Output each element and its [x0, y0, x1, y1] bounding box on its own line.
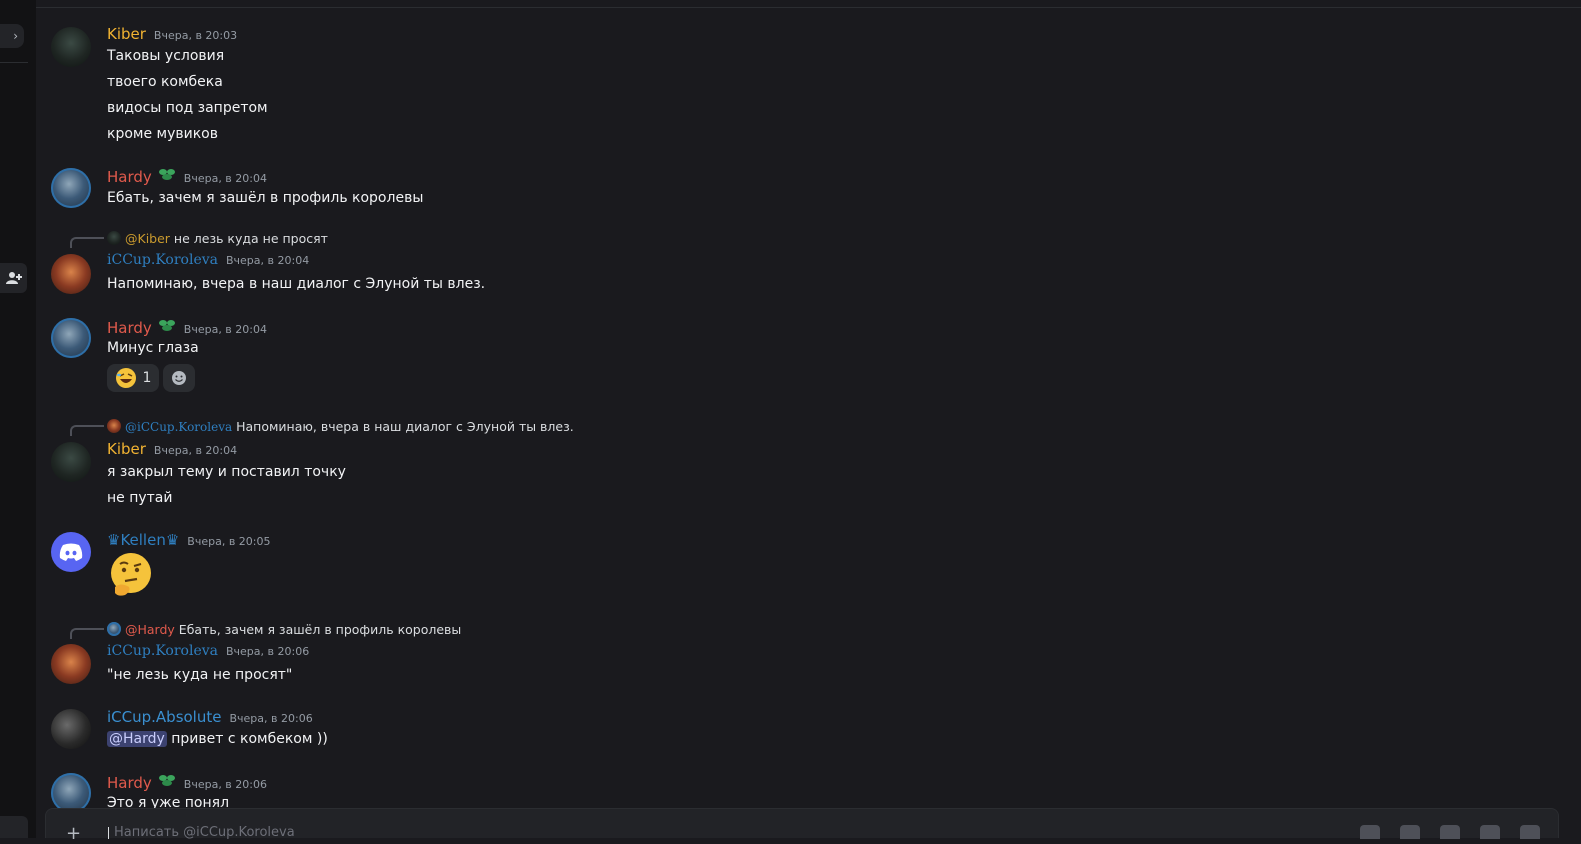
- header-divider: [36, 7, 1581, 8]
- plus-circle-icon[interactable]: +: [66, 823, 81, 844]
- rail-divider: [0, 62, 28, 63]
- author-name[interactable]: ♛Kellen♛: [107, 531, 179, 549]
- message-text: Ебать, зачем я зашёл в профиль королевы: [107, 190, 424, 206]
- leaf-badge-icon: [158, 169, 175, 180]
- message-text: Минус глаза: [107, 340, 199, 356]
- message-text: не путай: [107, 490, 173, 506]
- reply-avatar: [107, 231, 121, 245]
- reply-spine: [70, 628, 104, 639]
- author-name[interactable]: iCCup.Absolute: [107, 708, 221, 726]
- text-caret: [108, 827, 109, 839]
- timestamp: Вчера, в 20:04: [183, 323, 267, 336]
- leaf-badge-icon: [158, 775, 175, 786]
- gif-icon[interactable]: [1400, 825, 1420, 839]
- author-name[interactable]: Hardy: [107, 774, 152, 792]
- reply-avatar: [107, 622, 121, 636]
- message-text: твоего комбека: [107, 74, 223, 90]
- author-name[interactable]: iCCup.Koroleva: [107, 643, 218, 659]
- reply-spine: [70, 237, 104, 248]
- author-name[interactable]: Kiber: [107, 25, 146, 43]
- leaf-badge-icon: [158, 320, 175, 331]
- reply-avatar: [107, 419, 121, 433]
- sticker-icon[interactable]: [1440, 825, 1460, 839]
- author-name[interactable]: Kiber: [107, 440, 146, 458]
- add-reaction-icon[interactable]: [163, 364, 195, 392]
- timestamp: Вчера, в 20:05: [187, 535, 271, 548]
- composer-toolbar: [1360, 825, 1540, 839]
- reply-text: не лезь куда не просят: [173, 231, 328, 246]
- reaction-pill[interactable]: 1: [107, 364, 159, 392]
- avatar[interactable]: [51, 27, 91, 67]
- chat-area: Kiber Вчера, в 20:03 Таковы условия твое…: [36, 0, 1581, 838]
- message-text-body: привет с комбеком )): [171, 731, 328, 747]
- reply-text: Напоминаю, вчера в наш диалог с Элуной т…: [236, 419, 574, 434]
- reply-preview[interactable]: @Hardy Ебать, зачем я зашёл в профиль ко…: [107, 621, 461, 639]
- timestamp: Вчера, в 20:04: [153, 444, 238, 457]
- reply-spine: [70, 425, 104, 436]
- timestamp: Вчера, в 20:04: [225, 254, 310, 267]
- reply-text: Ебать, зачем я зашёл в профиль королевы: [178, 622, 462, 637]
- timestamp: Вчера, в 20:06: [225, 645, 310, 658]
- avatar[interactable]: [51, 168, 91, 208]
- avatar[interactable]: [51, 442, 91, 482]
- timestamp: Вчера, в 20:03: [153, 29, 238, 42]
- author-name[interactable]: iCCup.Koroleva: [107, 252, 218, 268]
- discord-logo-icon: [59, 543, 83, 561]
- reply-mention[interactable]: @Hardy: [125, 622, 175, 637]
- reply-preview[interactable]: @iCCup.Koroleva Напоминаю, вчера в наш д…: [107, 418, 574, 436]
- author-name[interactable]: Hardy: [107, 319, 152, 337]
- message-text: "не лезь куда не просят": [107, 667, 293, 683]
- add-friend-icon[interactable]: [0, 263, 27, 293]
- reply-preview[interactable]: @Kiber не лезь куда не просят: [107, 230, 328, 248]
- avatar[interactable]: [51, 318, 91, 358]
- avatar[interactable]: [51, 773, 91, 813]
- avatar[interactable]: [51, 644, 91, 684]
- reply-mention[interactable]: @iCCup.Koroleva: [125, 420, 232, 434]
- chevron-right-icon[interactable]: ›: [0, 24, 24, 48]
- avatar[interactable]: [51, 709, 91, 749]
- reaction-count: 1: [142, 370, 152, 386]
- timestamp: Вчера, в 20:06: [183, 778, 267, 791]
- reply-mention[interactable]: @Kiber: [125, 231, 170, 246]
- message-text: я закрыл тему и поставил точку: [107, 464, 346, 480]
- server-rail: ›: [0, 0, 36, 838]
- thinking-face-emoji: [111, 553, 151, 596]
- user-panel-stub[interactable]: [0, 816, 28, 838]
- user-mention[interactable]: @Hardy: [107, 731, 167, 747]
- timestamp: Вчера, в 20:04: [183, 172, 267, 185]
- avatar[interactable]: [51, 254, 91, 294]
- rolling-laughing-emoji: [115, 368, 136, 388]
- message-text: @Hardy привет с комбеком )): [107, 728, 328, 750]
- message-composer[interactable]: + Написать @iCCup.Koroleva: [45, 808, 1559, 844]
- apps-icon[interactable]: [1520, 825, 1540, 839]
- message-text: кроме мувиков: [107, 126, 219, 142]
- gift-icon[interactable]: [1360, 825, 1380, 839]
- message-text: Напоминаю, вчера в наш диалог с Элуной т…: [107, 276, 486, 292]
- message-text: видосы под запретом: [107, 100, 268, 116]
- author-name[interactable]: Hardy: [107, 168, 152, 186]
- timestamp: Вчера, в 20:06: [229, 712, 313, 725]
- emoji-icon[interactable]: [1480, 825, 1500, 839]
- message-text: Таковы условия: [107, 48, 225, 64]
- avatar[interactable]: [51, 532, 91, 572]
